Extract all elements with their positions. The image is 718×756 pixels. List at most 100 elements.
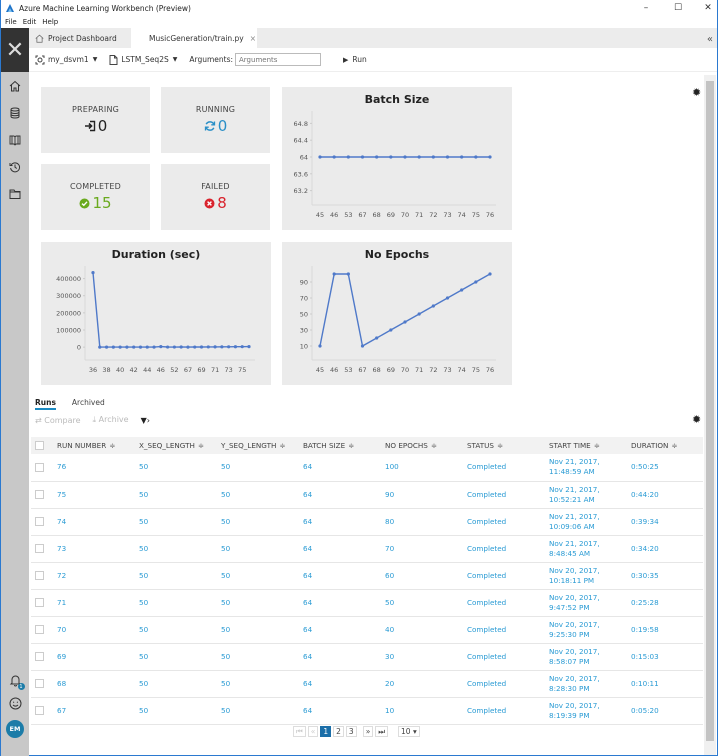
vertical-scrollbar[interactable] [704,75,716,755]
cell-duration: 0:30:35 [627,562,703,590]
sidebar-item-home[interactable] [1,72,29,99]
start-date: Nov 21, 2017, [549,457,600,467]
cell-run-number[interactable]: 74 [53,508,135,536]
data-point [375,336,379,340]
dashboard-settings-button[interactable]: ✹ [692,86,701,99]
first-page-button[interactable]: ⏮ [293,726,306,737]
row-checkbox[interactable] [35,571,44,580]
table-row[interactable]: 73 50 50 64 70 Completed Nov 21, 2017, 8:48:45 … [31,535,703,563]
col-x-seq-length[interactable]: X_SEQ_LENGTH ≑ [135,437,217,454]
select-all-checkbox[interactable] [35,441,44,451]
next-page-button[interactable]: » [362,726,374,737]
row-checkbox[interactable] [35,517,44,526]
row-checkbox[interactable] [35,625,44,634]
col-start-time[interactable]: START TIME ≑ [545,437,627,454]
col-y-seq-length[interactable]: Y_SEQ_LENGTH ≑ [217,437,299,454]
menu-file[interactable]: File [5,18,17,26]
cell-row-checkbox [31,481,53,509]
user-avatar[interactable]: EM [6,720,24,738]
cell-run-number[interactable]: 76 [53,454,135,482]
cell-batch-size: 64 [299,589,381,617]
compute-target-dropdown[interactable]: my_dsvm1 ▼ [35,55,97,65]
maximize-button[interactable]: ☐ [661,0,695,16]
sidebar-item-data[interactable] [1,99,29,126]
close-sidebar-button[interactable]: ✕ [1,28,29,72]
row-checkbox[interactable] [35,652,44,661]
start-clock: 10:18:11 PM [549,575,595,585]
col-run-number[interactable]: RUN NUMBER ≑ [53,437,135,454]
tab-archived[interactable]: Archived [72,398,105,410]
table-row[interactable]: 72 50 50 64 60 Completed Nov 20, 2017, 10:18:11… [31,562,703,590]
run-toolbar: my_dsvm1 ▼ LSTM_Seq2S ▼ Arguments: ▶ Run [29,48,717,72]
table-row[interactable]: 71 50 50 64 50 Completed Nov 20, 2017, 9:47:52 … [31,589,703,617]
cell-run-number[interactable]: 70 [53,616,135,644]
tab-project-dashboard[interactable]: Project Dashboard [35,28,135,48]
cell-batch-size: 64 [299,508,381,536]
tab-train-py[interactable]: MusicGeneration/train.py × [131,28,257,48]
collapse-panel-button[interactable]: « [707,34,713,45]
tab-runs[interactable]: Runs [35,398,56,410]
stat-preparing: PREPARING 0 [41,87,150,153]
cell-run-number[interactable]: 67 [53,697,135,725]
row-checkbox[interactable] [35,706,44,715]
table-row[interactable]: 74 50 50 64 80 Completed Nov 21, 2017, 10:09:06… [31,508,703,536]
tab-close-icon[interactable]: × [250,34,256,43]
menu-help[interactable]: Help [42,18,58,26]
page-3-button[interactable]: 3 [345,726,357,737]
col-batch-size[interactable]: BATCH SIZE ≑ [299,437,381,454]
menu-edit[interactable]: Edit [23,18,37,26]
gear-icon: ✹ [692,413,702,426]
run-config-dropdown[interactable]: LSTM_Seq2S ▼ [109,54,177,65]
start-clock: 9:25:30 PM [549,629,590,639]
row-checkbox[interactable] [35,490,44,499]
data-point [417,312,421,316]
col-no-epochs[interactable]: NO EPOCHS ≑ [381,437,463,454]
cell-run-number[interactable]: 72 [53,562,135,590]
run-button[interactable]: ▶ Run [343,55,367,64]
table-row[interactable]: 67 50 50 64 10 Completed Nov 20, 2017, 8:19:39 … [31,697,703,725]
archive-button[interactable]: ⤓ Archive [93,415,129,425]
compare-button[interactable]: ⇄ Compare [35,416,81,425]
row-checkbox[interactable] [35,544,44,553]
stat-label: PREPARING [71,105,120,114]
feedback-button[interactable] [9,697,22,712]
scrollbar-thumb[interactable] [706,81,714,741]
cell-run-number[interactable]: 68 [53,670,135,698]
page-2-button[interactable]: 2 [333,726,344,737]
last-page-button[interactable]: ⏭ [375,726,389,737]
notifications-button[interactable]: 1 [9,674,25,690]
table-row[interactable]: 70 50 50 64 40 Completed Nov 20, 2017, 9:25:30 … [31,616,703,644]
row-checkbox[interactable] [35,462,44,472]
close-window-button[interactable]: ✕ [691,0,718,16]
row-checkbox[interactable] [35,679,44,688]
cell-run-number[interactable]: 69 [53,643,135,671]
sidebar-item-history[interactable] [1,153,29,180]
cell-run-number[interactable]: 73 [53,535,135,563]
table-row[interactable]: 76 50 50 64 100 Completed Nov 21, 2017, 11:48:5… [31,454,703,482]
column-label: STATUS [467,441,494,450]
prev-page-button[interactable]: « [307,726,319,737]
table-row[interactable]: 69 50 50 64 30 Completed Nov 20, 2017, 8:58:07 … [31,643,703,671]
minimize-button[interactable]: – [629,0,663,16]
sign-in-icon [84,120,95,132]
runs-settings-button[interactable]: ✹ [692,413,701,426]
cell-run-number[interactable]: 75 [53,481,135,509]
arguments-input[interactable] [235,53,322,66]
page-size-select[interactable]: 10 ▾ [398,726,420,737]
col-status[interactable]: STATUS ≑ [463,437,545,454]
sidebar-item-files[interactable] [1,180,29,207]
page-1-button[interactable]: 1 [320,726,332,737]
table-row[interactable]: 68 50 50 64 20 Completed Nov 20, 2017, 8:28:30 … [31,670,703,698]
sidebar-item-notebooks[interactable] [1,126,29,153]
cell-run-number[interactable]: 71 [53,589,135,617]
chart-svg: 90 70 50 30 10 45 46 53 67 68 69 70 71 72 73 74 75 76 [300,266,496,374]
col-duration[interactable]: DURATION ≑ [627,437,703,454]
filter-button[interactable]: ▼› [141,416,150,425]
table-row[interactable]: 75 50 50 64 90 Completed Nov 21, 2017, 10:52:21… [31,481,703,509]
data-point [152,345,156,349]
x-tick-label: 75 [472,211,480,219]
data-point [474,280,478,284]
refresh-icon [204,121,215,131]
cell-y-seq-length: 50 [217,589,299,617]
row-checkbox[interactable] [35,598,44,607]
